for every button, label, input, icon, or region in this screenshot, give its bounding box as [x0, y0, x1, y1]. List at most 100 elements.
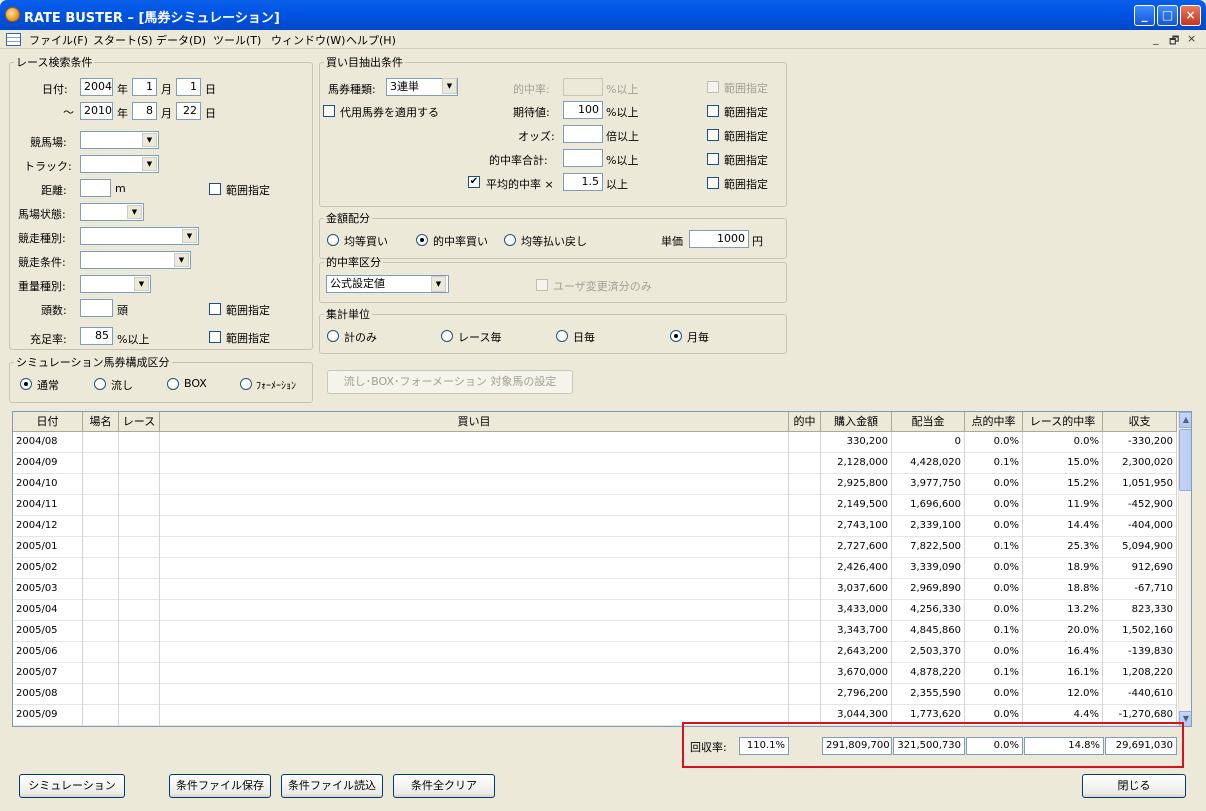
chevron-down-icon[interactable]: ▼ [442, 78, 457, 94]
save-conditions-button[interactable]: 条件ファイル保存 [169, 774, 271, 798]
maximize-button[interactable]: □ [1157, 5, 1178, 26]
race-type-select[interactable]: ▼ [80, 227, 199, 245]
mdi-minimize-button[interactable]: _ [1153, 32, 1159, 45]
simulate-button[interactable]: シミュレーション [19, 774, 125, 798]
table-row[interactable]: 2005/08 2,796,200 2,355,590 0.0% 12.0% -440,6… [13, 684, 1177, 705]
distance-range-checkbox[interactable] [209, 183, 221, 195]
document-icon[interactable] [6, 33, 21, 46]
amount-equal-radio[interactable] [327, 234, 339, 246]
race-cond-select[interactable]: ▼ [80, 251, 191, 269]
col-hit[interactable]: 的中 [789, 412, 821, 432]
agg-month-radio[interactable] [670, 330, 682, 342]
from-day-input[interactable]: 1 [176, 78, 201, 96]
odds-label: オッズ: [518, 130, 555, 143]
col-bets[interactable]: 買い目 [160, 412, 789, 432]
minimize-button[interactable]: _ [1134, 5, 1155, 26]
sim-box-radio[interactable] [167, 378, 179, 390]
unit-price-input[interactable]: 1000 [689, 230, 749, 248]
weight-select[interactable]: ▼ [80, 275, 151, 293]
fill-range-checkbox[interactable] [209, 331, 221, 343]
avg-hit-input[interactable]: 1.5 [563, 173, 603, 191]
hit-total-range-checkbox[interactable] [707, 153, 719, 165]
mdi-close-button[interactable]: × [1187, 32, 1196, 45]
hit-total-unit: %以上 [606, 154, 639, 167]
sim-formation-radio[interactable] [240, 378, 252, 390]
menu-tool[interactable]: ツール(T) [213, 32, 261, 48]
cell-race-hit: 20.0% [1023, 621, 1103, 642]
amount-hitrate-radio[interactable] [416, 234, 428, 246]
table-row[interactable]: 2004/08 330,200 0 0.0% 0.0% -330,200 [13, 432, 1177, 453]
table-row[interactable]: 2005/03 3,037,600 2,969,890 0.0% 18.8% -67,71… [13, 579, 1177, 600]
agg-race-radio[interactable] [441, 330, 453, 342]
to-month-input[interactable]: 8 [132, 102, 157, 120]
substitute-checkbox[interactable] [323, 105, 335, 117]
expectation-input[interactable]: 100 [563, 101, 603, 119]
avg-hit-checkbox[interactable]: ✔ [468, 176, 480, 188]
col-track[interactable]: 場名 [83, 412, 119, 432]
sim-normal-radio[interactable] [20, 378, 32, 390]
scroll-thumb[interactable] [1179, 429, 1191, 491]
to-day-input[interactable]: 22 [176, 102, 201, 120]
chevron-down-icon[interactable]: ▼ [431, 276, 446, 292]
table-row[interactable]: 2004/12 2,743,100 2,339,100 0.0% 14.4% -404,0… [13, 516, 1177, 537]
date-label: 日付: [42, 83, 68, 96]
agg-total-radio[interactable] [327, 330, 339, 342]
cell-race [119, 516, 160, 537]
table-row[interactable]: 2005/02 2,426,400 3,339,090 0.0% 18.9% 912,69… [13, 558, 1177, 579]
table-header: 日付 場名 レース 買い目 的中 購入金額 配当金 点的中率 レース的中率 収支 [13, 412, 1177, 432]
avg-range-checkbox[interactable] [707, 177, 719, 189]
agg-day-radio[interactable] [556, 330, 568, 342]
cell-balance: 1,208,220 [1103, 663, 1177, 684]
vertical-scrollbar[interactable]: ▲ ▼ [1178, 412, 1191, 726]
menu-start[interactable]: スタート(S) [93, 32, 153, 48]
from-year-input[interactable]: 2004 [80, 78, 113, 96]
table-row[interactable]: 2005/04 3,433,000 4,256,330 0.0% 13.2% 823,33… [13, 600, 1177, 621]
distance-input[interactable] [80, 179, 111, 197]
table-row[interactable]: 2004/09 2,128,000 4,428,020 0.1% 15.0% 2,300,… [13, 453, 1177, 474]
from-month-input[interactable]: 1 [132, 78, 157, 96]
table-row[interactable]: 2005/07 3,670,000 4,878,220 0.1% 16.1% 1,208,… [13, 663, 1177, 684]
odds-input[interactable] [563, 125, 603, 143]
table-row[interactable]: 2004/11 2,149,500 1,696,600 0.0% 11.9% -452,9… [13, 495, 1177, 516]
course-select[interactable]: ▼ [80, 155, 159, 173]
menu-window[interactable]: ウィンドウ(W) [271, 32, 345, 48]
cell-hit [789, 684, 821, 705]
hit-total-input[interactable] [563, 149, 603, 167]
col-race[interactable]: レース [119, 412, 160, 432]
table-row[interactable]: 2005/01 2,727,600 7,822,500 0.1% 25.3% 5,094,… [13, 537, 1177, 558]
heads-input[interactable] [80, 299, 113, 317]
amount-payout-radio[interactable] [504, 234, 516, 246]
table-row[interactable]: 2005/06 2,643,200 2,503,370 0.0% 16.4% -139,8… [13, 642, 1177, 663]
col-balance[interactable]: 収支 [1103, 412, 1177, 432]
to-year-input[interactable]: 2010 [80, 102, 113, 120]
menu-help[interactable]: ヘルプ(H) [346, 32, 396, 48]
table-row[interactable]: 2004/10 2,925,800 3,977,750 0.0% 15.2% 1,051,… [13, 474, 1177, 495]
cell-balance: -330,200 [1103, 432, 1177, 453]
menu-file[interactable]: ファイル(F) [29, 32, 88, 48]
scroll-up-icon[interactable]: ▲ [1179, 412, 1191, 428]
clear-conditions-button[interactable]: 条件全クリア [393, 774, 495, 798]
agg-total-label: 計のみ [344, 331, 377, 344]
ev-range-checkbox[interactable] [707, 105, 719, 117]
close-window-button[interactable]: × [1180, 5, 1201, 26]
col-date[interactable]: 日付 [13, 412, 83, 432]
cell-race-hit: 12.0% [1023, 684, 1103, 705]
track-select[interactable]: ▼ [80, 131, 159, 149]
col-purchase[interactable]: 購入金額 [821, 412, 892, 432]
condition-select[interactable]: ▼ [80, 203, 144, 221]
heads-label: 頭数: [41, 304, 67, 317]
sim-nagashi-radio[interactable] [94, 378, 106, 390]
close-button[interactable]: 閉じる [1082, 774, 1186, 798]
col-payout[interactable]: 配当金 [892, 412, 965, 432]
cell-hit [789, 537, 821, 558]
table-row[interactable]: 2005/05 3,343,700 4,845,860 0.1% 20.0% 1,502,… [13, 621, 1177, 642]
odds-range-checkbox[interactable] [707, 129, 719, 141]
cell-payout: 1,696,600 [892, 495, 965, 516]
mdi-restore-button[interactable]: 🗗 [1169, 32, 1179, 51]
load-conditions-button[interactable]: 条件ファイル読込 [281, 774, 383, 798]
menu-data[interactable]: データ(D) [156, 32, 206, 48]
heads-range-checkbox[interactable] [209, 303, 221, 315]
col-race-hit[interactable]: レース的中率 [1023, 412, 1103, 432]
col-point-hit[interactable]: 点的中率 [965, 412, 1023, 432]
fill-rate-input[interactable]: 85 [80, 327, 113, 345]
